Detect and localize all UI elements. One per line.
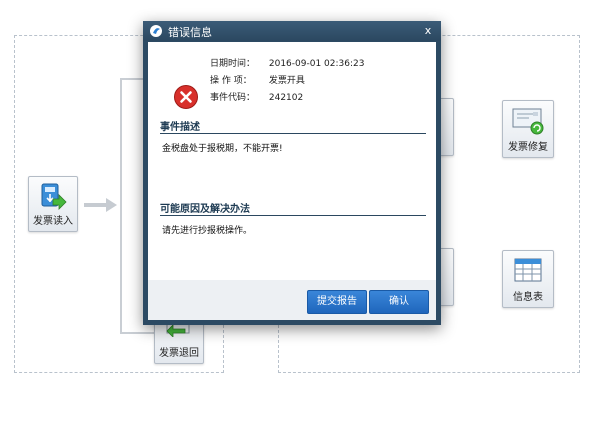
date-row: 日期时间： 2016-09-01 02:36:23	[210, 56, 364, 69]
info-table-label: 信息表	[513, 292, 543, 303]
flow-arrow	[84, 203, 106, 207]
operation-row: 操 作 项： 发票开具	[210, 73, 305, 86]
invoice-return-label: 发票退回	[159, 348, 199, 359]
flow-line	[120, 332, 156, 334]
close-icon[interactable]: x	[421, 24, 435, 38]
dialog-titlebar[interactable]: 错误信息 x	[143, 21, 441, 41]
date-label: 日期时间：	[210, 59, 256, 69]
flow-arrow-head	[106, 198, 117, 212]
invoice-repair-icon	[511, 106, 545, 139]
flow-line	[120, 78, 122, 334]
invoice-read-button[interactable]: 发票读入	[28, 176, 78, 232]
date-value: 2016-09-01 02:36:23	[268, 59, 365, 69]
flow-line	[120, 78, 144, 80]
confirm-button[interactable]: 确认	[369, 290, 429, 314]
solution-text: 请先进行抄报税操作。	[162, 226, 253, 236]
dialog-title: 错误信息	[168, 26, 212, 39]
error-dialog: 错误信息 x 日期时间： 2016-09-01 02:36:23 操 作 项： …	[143, 21, 441, 325]
event-code-label: 事件代码：	[210, 93, 256, 103]
dialog-content: 日期时间： 2016-09-01 02:36:23 操 作 项： 发票开具 事件…	[148, 42, 436, 320]
table-icon	[513, 256, 543, 289]
submit-report-button[interactable]: 提交报告	[307, 290, 367, 314]
operation-value: 发票开具	[268, 76, 305, 86]
error-icon	[173, 84, 199, 113]
operation-label: 操 作 项：	[210, 76, 252, 86]
invoice-repair-button[interactable]: 发票修复	[502, 100, 554, 158]
description-text: 金税盘处于报税期，不能开票!	[162, 144, 283, 154]
info-table-button[interactable]: 信息表	[502, 250, 554, 308]
description-heading: 事件描述	[160, 118, 426, 134]
app-logo-icon	[149, 24, 163, 41]
solution-heading: 可能原因及解决办法	[160, 200, 426, 216]
event-code-value: 242102	[268, 93, 304, 103]
event-code-row: 事件代码： 242102	[210, 90, 303, 103]
invoice-repair-label: 发票修复	[508, 142, 548, 153]
invoice-read-label: 发票读入	[33, 216, 73, 227]
dialog-footer: 提交报告 确认	[148, 280, 436, 320]
usb-import-icon	[39, 182, 67, 215]
